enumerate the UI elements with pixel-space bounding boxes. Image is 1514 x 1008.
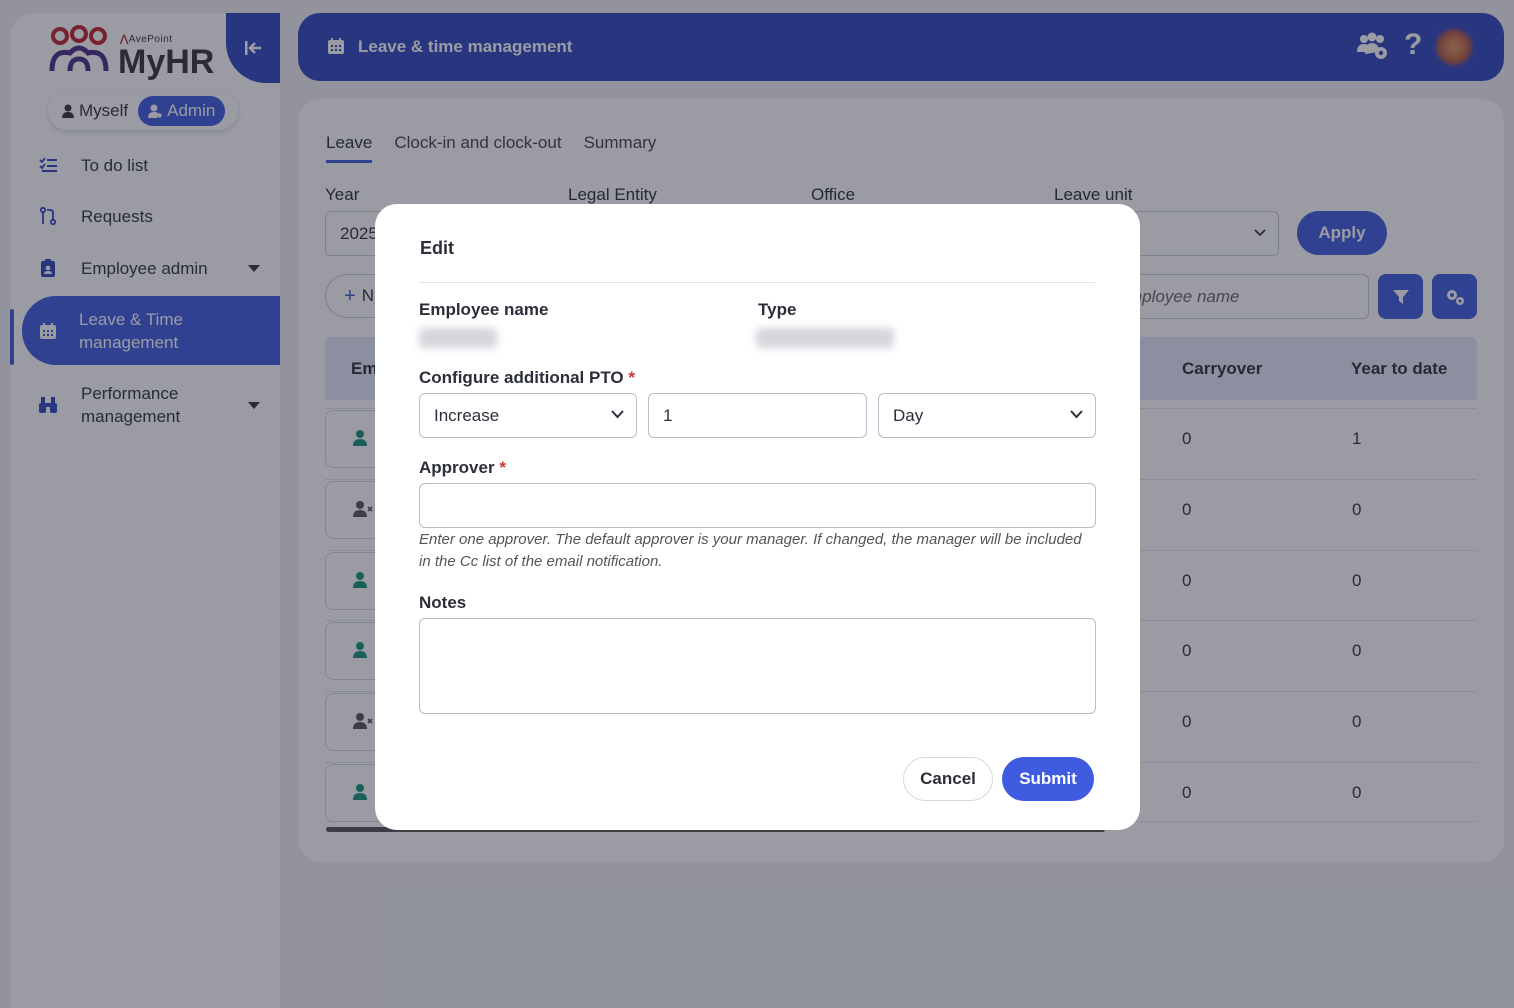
notes-label: Notes xyxy=(419,593,467,612)
chevron-down-icon xyxy=(611,410,624,419)
pto-unit-value: Day xyxy=(893,405,924,425)
notes-textarea[interactable] xyxy=(419,618,1096,714)
chevron-down-icon xyxy=(1070,410,1083,419)
approver-label-text: Approver xyxy=(419,458,495,477)
pto-amount-input[interactable]: 1 xyxy=(648,393,867,438)
employee-name-value-redacted xyxy=(419,328,497,348)
pto-unit-select[interactable]: Day xyxy=(878,393,1096,438)
edit-dialog: Edit Employee name Type Configure additi… xyxy=(375,204,1140,830)
dialog-title: Edit xyxy=(420,238,454,258)
pto-action-value: Increase xyxy=(434,405,500,425)
required-mark: * xyxy=(628,368,635,387)
type-value-redacted xyxy=(756,328,894,348)
submit-button[interactable]: Submit xyxy=(1002,757,1094,801)
approver-input[interactable] xyxy=(419,483,1096,528)
cancel-button[interactable]: Cancel xyxy=(903,757,993,801)
pto-label-text: Configure additional PTO xyxy=(419,368,624,387)
pto-amount-value: 1 xyxy=(663,405,673,425)
required-mark: * xyxy=(499,458,506,477)
pto-action-select[interactable]: Increase xyxy=(419,393,637,438)
pto-label: Configure additional PTO * xyxy=(419,368,635,388)
divider xyxy=(419,282,1095,283)
approver-label: Approver * xyxy=(419,458,506,478)
approver-hint: Enter one approver. The default approver… xyxy=(419,531,1082,570)
type-label: Type xyxy=(758,300,797,319)
employee-name-label: Employee name xyxy=(419,300,549,319)
